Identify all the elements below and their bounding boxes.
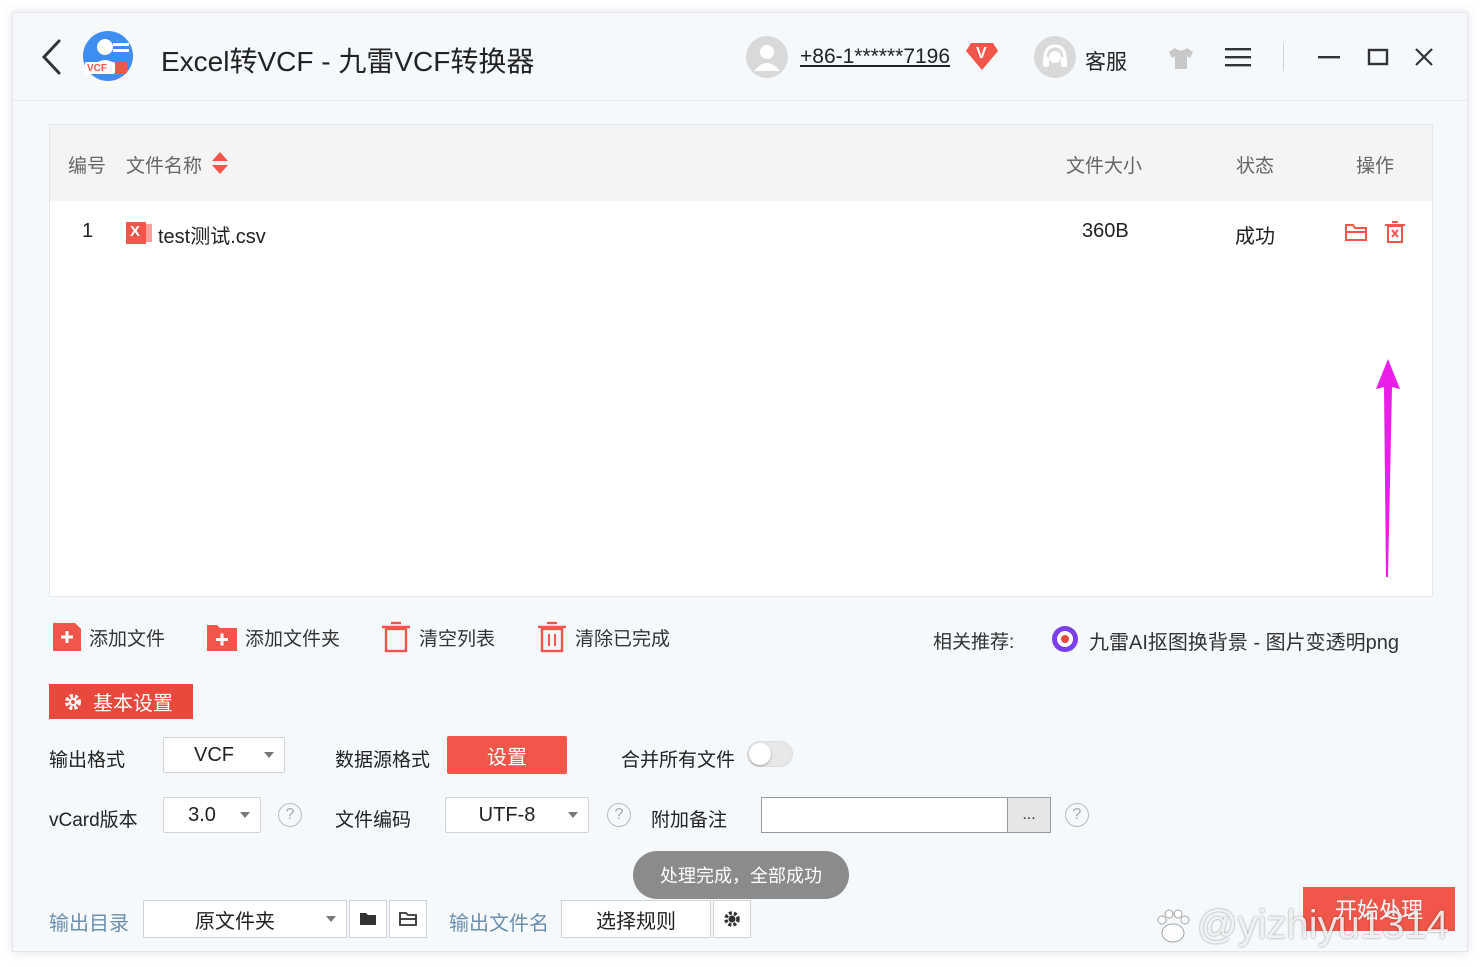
- clear-done-button[interactable]: 清除已完成: [537, 619, 670, 655]
- row-status: 成功: [1235, 226, 1275, 248]
- minimize-icon[interactable]: [1317, 47, 1341, 67]
- customer-service-label[interactable]: 客服: [1085, 46, 1127, 76]
- output-format-label: 输出格式: [49, 750, 126, 771]
- vcard-version-value: 3.0: [188, 803, 216, 826]
- output-format-select[interactable]: VCF: [163, 737, 285, 773]
- logo-text: VCF: [87, 63, 107, 74]
- sort-icon[interactable]: [211, 151, 229, 175]
- note-help-icon[interactable]: ?: [1065, 803, 1089, 827]
- annotation-arrow-icon: [1376, 359, 1400, 577]
- row-size: 360B: [1082, 220, 1129, 242]
- source-format-label: 数据源格式: [335, 750, 431, 771]
- app-window: VCF Excel转VCF - 九雷VCF转换器 +86-1******7196…: [12, 12, 1468, 952]
- column-index: 编号: [68, 156, 107, 177]
- paw-icon: [1157, 909, 1190, 942]
- delete-icon[interactable]: [1384, 220, 1406, 244]
- table-row[interactable]: 1 X test测试.csv 360B 成功: [50, 201, 1432, 263]
- vcard-version-label: vCard版本: [49, 810, 138, 831]
- user-avatar-icon[interactable]: [745, 35, 789, 79]
- watermark-text: @yizhiyu1314: [1197, 903, 1449, 947]
- title-separator: [1283, 43, 1284, 71]
- menu-icon[interactable]: [1225, 47, 1251, 67]
- chevron-down-icon: [326, 916, 336, 922]
- chevron-down-icon: [568, 812, 578, 818]
- merge-files-toggle[interactable]: [747, 741, 793, 767]
- output-name-label: 输出文件名: [449, 913, 549, 935]
- ai-cutout-app-icon[interactable]: [1051, 625, 1079, 653]
- skin-tshirt-icon[interactable]: [1167, 46, 1195, 70]
- app-logo-icon: [83, 31, 133, 81]
- recommend-link[interactable]: 九雷AI抠图换背景 - 图片变透明png: [1089, 626, 1399, 655]
- source-format-settings-button[interactable]: 设置: [447, 736, 567, 774]
- merge-files-label: 合并所有文件: [621, 750, 736, 771]
- add-folder-button[interactable]: 添加文件夹: [207, 619, 340, 655]
- column-actions: 操作: [1356, 156, 1395, 177]
- column-size: 文件大小: [1066, 156, 1143, 177]
- add-file-label: 添加文件: [89, 628, 166, 650]
- note-browse-button[interactable]: ...: [1007, 797, 1051, 833]
- vcard-help-icon[interactable]: ?: [278, 803, 302, 827]
- naming-rule-button[interactable]: 选择规则: [561, 900, 711, 938]
- column-filename[interactable]: 文件名称: [126, 151, 202, 178]
- trash-icon: [382, 621, 410, 653]
- excel-file-badge: X: [130, 223, 141, 240]
- output-dir-value: 原文件夹: [195, 910, 275, 933]
- app-title: Excel转VCF - 九雷VCF转换器: [161, 46, 535, 77]
- add-file-button[interactable]: 添加文件: [53, 619, 165, 655]
- recommend-label: 相关推荐:: [933, 632, 1015, 653]
- file-table: 编号 文件名称 文件大小 状态 操作 1 X test测试.csv 360B 成…: [49, 124, 1433, 597]
- encoding-help-icon[interactable]: ?: [607, 803, 631, 827]
- excel-file-icon: X: [126, 220, 152, 246]
- gear-icon: [65, 693, 81, 710]
- folder-filled-icon: [360, 913, 376, 925]
- add-file-icon: [53, 623, 81, 651]
- note-input[interactable]: [761, 797, 1009, 833]
- output-dir-select[interactable]: 原文件夹: [143, 900, 347, 938]
- clear-done-label: 清除已完成: [575, 628, 671, 650]
- open-output-folder-button[interactable]: [389, 900, 427, 938]
- add-folder-label: 添加文件夹: [245, 628, 341, 650]
- chevron-down-icon: [264, 752, 274, 758]
- add-folder-icon: [207, 625, 237, 651]
- encoding-select[interactable]: UTF-8: [445, 797, 589, 833]
- basic-settings-tab[interactable]: 基本设置: [49, 684, 193, 719]
- clear-list-label: 清空列表: [419, 628, 496, 650]
- vip-badge-label: V: [976, 45, 987, 62]
- note-label: 附加备注: [651, 810, 728, 831]
- gear-icon: [724, 911, 740, 927]
- encoding-value: UTF-8: [478, 803, 536, 826]
- column-status: 状态: [1236, 156, 1275, 177]
- status-toast: 处理完成，全部成功: [633, 851, 849, 899]
- chevron-down-icon: [240, 812, 250, 818]
- watermark: @yizhiyu1314: [1153, 903, 1449, 948]
- vcard-version-select[interactable]: 3.0: [163, 797, 261, 833]
- trash-lines-icon: [538, 621, 566, 653]
- row-index: 1: [82, 220, 94, 242]
- toggle-knob: [749, 743, 771, 765]
- vip-badge[interactable]: V: [965, 40, 999, 72]
- app-logo: VCF: [81, 29, 135, 83]
- user-phone-link[interactable]: +86-1******7196: [800, 45, 950, 69]
- file-toolbar: 添加文件 添加文件夹 清空列表 清除已完成 相关推荐: 九雷AI抠图换背景 - …: [49, 615, 1433, 659]
- browse-folder-button[interactable]: [349, 900, 387, 938]
- row-filename: test测试.csv: [158, 226, 266, 248]
- encoding-label: 文件编码: [335, 810, 412, 831]
- naming-rule-value: 选择规则: [596, 910, 676, 933]
- output-dir-label: 输出目录: [49, 913, 129, 935]
- naming-settings-button[interactable]: [713, 900, 751, 938]
- title-bar: VCF Excel转VCF - 九雷VCF转换器 +86-1******7196…: [13, 13, 1467, 101]
- open-folder-icon[interactable]: [1344, 221, 1368, 243]
- close-icon[interactable]: [1413, 46, 1435, 68]
- clear-list-button[interactable]: 清空列表: [381, 619, 495, 655]
- basic-settings-label: 基本设置: [93, 693, 173, 715]
- headset-icon[interactable]: [1033, 35, 1077, 79]
- folder-open-icon: [399, 912, 417, 926]
- output-format-value: VCF: [194, 743, 234, 766]
- maximize-icon[interactable]: [1367, 47, 1389, 67]
- table-header: 编号 文件名称 文件大小 状态 操作: [50, 125, 1432, 201]
- back-arrow-icon[interactable]: [39, 37, 65, 77]
